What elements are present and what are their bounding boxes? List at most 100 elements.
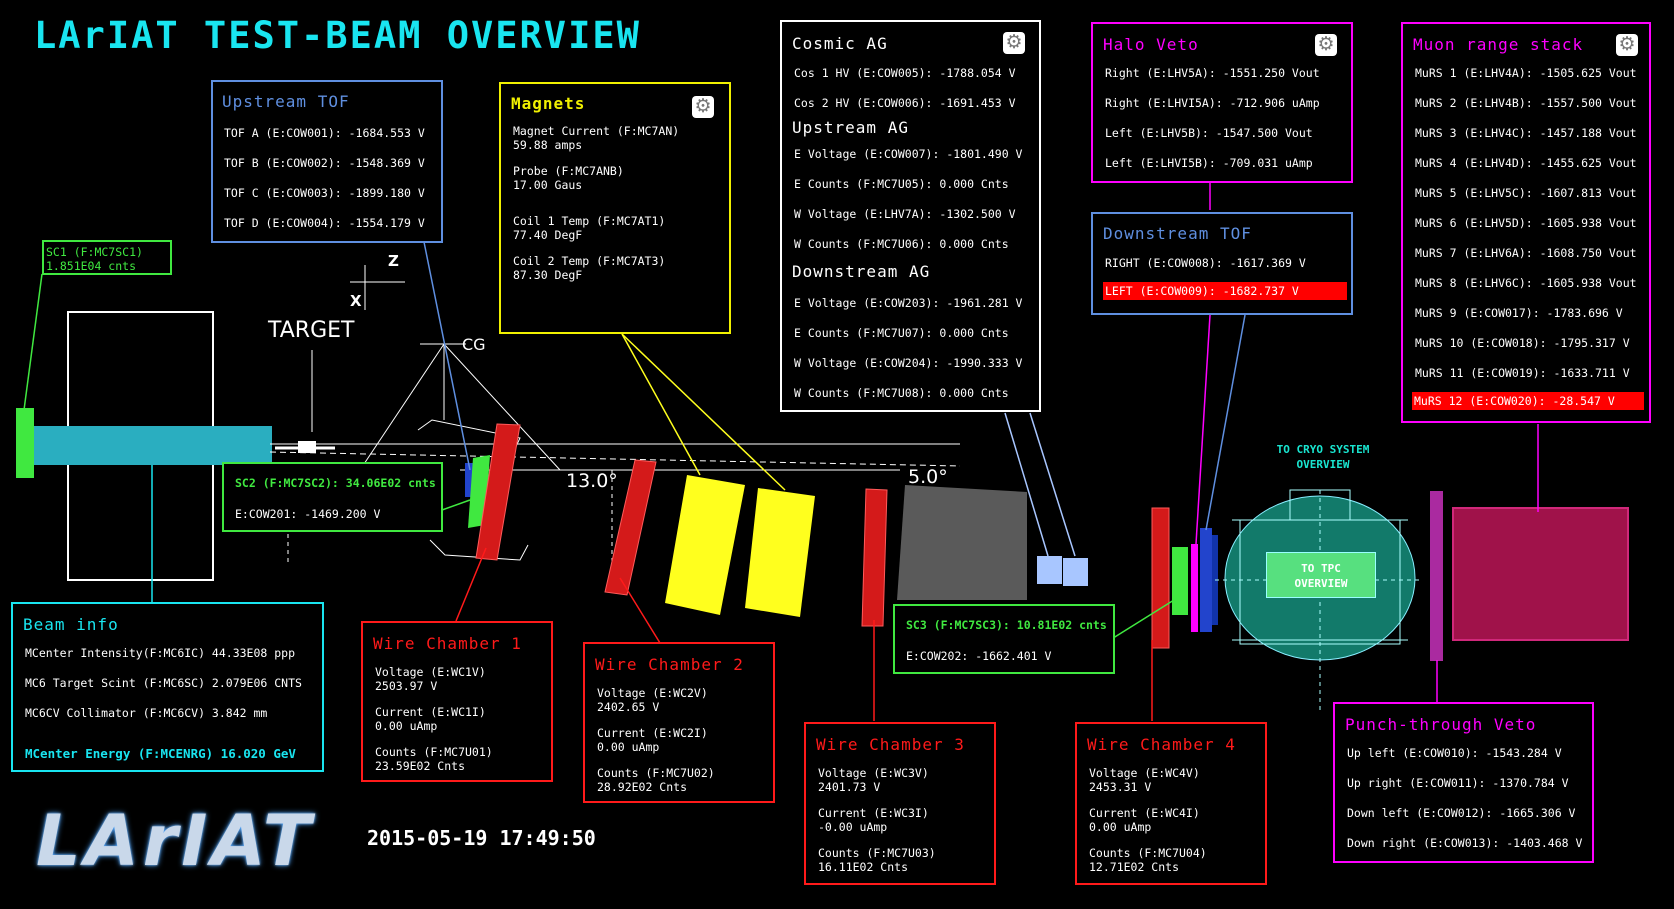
magnet-current-value: 59.88 amps [513,138,583,152]
angle-1-label: 13.0° [566,470,618,492]
sc3-counts: SC3 (F:MC7SC3): 10.81E02 cnts [906,618,1107,632]
halo-settings-gear-icon[interactable] [1315,33,1337,56]
sc1-panel[interactable]: SC1 (F:MC7SC1) 1.851E04 cnts [42,240,172,275]
upstream-ag-row: E Counts (F:MC7U05): 0.000 Cnts [794,177,1009,191]
cryo-system-link[interactable]: TO CRYO SYSTEM OVERVIEW [1262,442,1384,472]
wc4-current-value: 0.00 uAmp [1089,820,1152,834]
probe-label: Probe (F:MC7ANB) [513,164,624,178]
cryo-link-line2: OVERVIEW [1296,458,1350,471]
halo-veto-row: Right (E:LHV5A): -1551.250 Vout [1105,66,1320,80]
coil1-temp-label: Coil 1 Temp (F:MC7AT1) [513,214,666,228]
probe-value: 17.00 Gaus [513,178,583,192]
muon-settings-gear-icon[interactable] [1616,33,1638,56]
punch-through-title: Punch-through Veto [1345,715,1537,734]
murs-row: MuRS 6 (E:LHV5D): -1605.938 Vout [1415,216,1637,230]
muon-range-stack-panel[interactable]: Muon range stack MuRS 1 (E:LHV4A): -1505… [1401,22,1651,423]
sc1-name: SC1 (F:MC7SC1) [46,245,143,259]
wire-chamber-4-shape [1151,507,1170,649]
muon-range-stack-shape [1452,507,1629,641]
wc3-title: Wire Chamber 3 [816,735,965,754]
magnet-current-label: Magnet Current (F:MC7AN) [513,124,680,138]
punch-through-paddle [1430,491,1443,661]
punch-through-veto-panel[interactable]: Punch-through Veto Up left (E:COW010): -… [1333,702,1594,863]
sc3-paddle [1172,547,1188,615]
beam-energy: MCenter Energy (F:MCENRG) 16.020 GeV [25,746,296,761]
murs-row: MuRS 4 (E:LHV4D): -1455.625 Vout [1415,156,1637,170]
murs-row: MuRS 9 (E:COW017): -1783.696 V [1415,306,1623,320]
cosmic-paddle-1 [1037,556,1062,584]
murs-row: MuRS 8 (E:LHV6C): -1605.938 Vout [1415,276,1637,290]
murs-row-alarm: MuRS 12 (E:COW020): -28.547 V [1412,392,1644,410]
wc2-title: Wire Chamber 2 [595,655,744,674]
halo-veto-row: Right (E:LHVI5A): -712.906 uAmp [1105,96,1320,110]
upstream-tof-panel[interactable]: Upstream TOF TOF A (E:COW001): -1684.553… [211,80,443,243]
sc3-voltage: E:COW202: -1662.401 V [906,649,1052,663]
wc1-counts-label: Counts (F:MC7U01) [375,745,493,759]
upstream-tof-title: Upstream TOF [222,92,350,111]
downstream-ag-row: E Counts (F:MC7U07): 0.000 Cnts [794,326,1009,340]
downstream-ag-title: Downstream AG [792,262,931,281]
beam-info-panel[interactable]: Beam info MCenter Intensity(F:MC6IC) 44.… [11,602,324,772]
halo-veto-row: Left (E:LHVI5B): -709.031 uAmp [1105,156,1313,170]
upstream-ag-row: W Counts (F:MC7U06): 0.000 Cnts [794,237,1009,251]
wc1-title: Wire Chamber 1 [373,634,522,653]
downstream-tof-row: RIGHT (E:COW008): -1617.369 V [1105,256,1306,270]
wc3-voltage-value: 2401.73 V [818,780,881,794]
cosmic-ag-title: Cosmic AG [792,34,888,53]
halo-veto-title: Halo Veto [1103,35,1199,54]
upstream-tof-row: TOF B (E:COW002): -1548.369 V [224,156,425,170]
target-label: TARGET [268,318,355,343]
upstream-ag-title: Upstream AG [792,118,909,137]
wc2-voltage-label: Voltage (E:WC2V) [597,686,708,700]
downstream-tof-paddle [1200,528,1212,632]
murs-row: MuRS 11 (E:COW019): -1633.711 V [1415,366,1630,380]
downstream-tof-panel[interactable]: Downstream TOF RIGHT (E:COW008): -1617.3… [1091,212,1353,315]
murs-row: MuRS 3 (E:LHV4C): -1457.188 Vout [1415,126,1637,140]
magnets-settings-gear-icon[interactable] [692,95,714,118]
murs-row: MuRS 1 (E:LHV4A): -1505.625 Vout [1415,66,1637,80]
wc1-current-value: 0.00 uAmp [375,719,438,733]
halo-veto-paddle [1191,544,1198,632]
punch-through-row: Up right (E:COW011): -1370.784 V [1347,776,1569,790]
magnet-1-shape [665,475,745,615]
magnet-2-shape [745,488,815,617]
wire-chamber-4-panel[interactable]: Wire Chamber 4 Voltage (E:WC4V) 2453.31 … [1075,722,1267,885]
tpc-link-line1: TO TPC [1301,562,1341,575]
tpc-link-line2: OVERVIEW [1294,577,1348,590]
upstream-ag-row: W Voltage (E:LHV7A): -1302.500 V [794,207,1016,221]
wc4-current-label: Current (E:WC4I) [1089,806,1200,820]
wire-chamber-3-panel[interactable]: Wire Chamber 3 Voltage (E:WC3V) 2401.73 … [804,722,996,885]
upstream-ag-row: E Voltage (E:COW007): -1801.490 V [794,147,1023,161]
lariat-logo: LArIAT [36,800,315,882]
wire-chamber-1-panel[interactable]: Wire Chamber 1 Voltage (E:WC1V) 2503.97 … [361,621,553,782]
upstream-tof-row: TOF C (E:COW003): -1899.180 V [224,186,425,200]
downstream-ag-row: W Counts (F:MC7U08): 0.000 Cnts [794,386,1009,400]
cosmic-settings-gear-icon[interactable] [1003,31,1025,54]
timestamp: 2015-05-19 17:49:50 [367,826,596,850]
wire-chamber-3-shape [861,488,888,627]
sc3-panel[interactable]: SC3 (F:MC7SC3): 10.81E02 cnts E:COW202: … [893,604,1115,674]
beam-info-title: Beam info [23,615,119,634]
sc1-paddle [16,408,34,478]
halo-veto-panel[interactable]: Halo Veto Right (E:LHV5A): -1551.250 Vou… [1091,22,1353,183]
beam-pipe [32,426,272,465]
murs-row: MuRS 5 (E:LHV5C): -1607.813 Vout [1415,186,1637,200]
wc4-counts-label: Counts (F:MC7U04) [1089,846,1207,860]
wc2-current-value: 0.00 uAmp [597,740,660,754]
wc2-counts-value: 28.92E02 Cnts [597,780,688,794]
wc2-counts-label: Counts (F:MC7U02) [597,766,715,780]
coil1-temp-value: 77.40 DegF [513,228,583,242]
page-title: LArIAT TEST-BEAM OVERVIEW [34,14,641,57]
wc4-title: Wire Chamber 4 [1087,735,1236,754]
wc3-counts-label: Counts (F:MC7U03) [818,846,936,860]
cosmic-ag-panel[interactable]: Cosmic AG Cos 1 HV (E:COW005): -1788.054… [780,20,1041,412]
sc2-panel[interactable]: SC2 (F:MC7SC2): 34.06E02 cnts E:COW201: … [222,462,443,532]
cosmic-row: Cos 1 HV (E:COW005): -1788.054 V [794,66,1016,80]
tpc-overview-link[interactable]: TO TPC OVERVIEW [1266,552,1376,598]
magnets-panel[interactable]: Magnets Magnet Current (F:MC7AN) 59.88 a… [499,82,731,334]
wc2-voltage-value: 2402.65 V [597,700,660,714]
wc3-voltage-label: Voltage (E:WC3V) [818,766,929,780]
punch-through-row: Up left (E:COW010): -1543.284 V [1347,746,1562,760]
coil2-temp-label: Coil 2 Temp (F:MC7AT3) [513,254,666,268]
wire-chamber-2-panel[interactable]: Wire Chamber 2 Voltage (E:WC2V) 2402.65 … [583,642,775,803]
